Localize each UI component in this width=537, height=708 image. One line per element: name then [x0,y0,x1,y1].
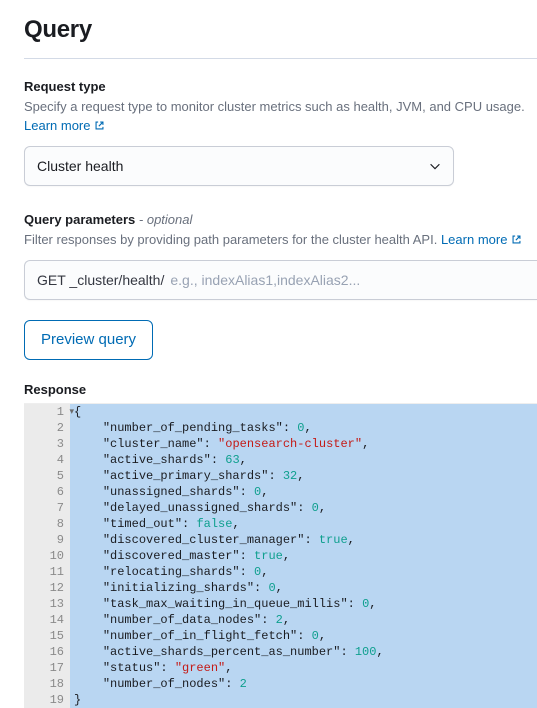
query-params-help: Filter responses by providing path param… [24,231,537,250]
query-params-label: Query parameters - optional [24,212,537,227]
query-params-learn-more-link[interactable]: Learn more [441,232,522,247]
request-type-label: Request type [24,79,537,94]
query-params-optional: - optional [139,212,192,227]
query-params-input[interactable] [170,261,537,299]
query-params-prefix: GET _cluster/health/ [25,261,170,299]
request-type-help-text: Specify a request type to monitor cluste… [24,99,525,114]
query-params-help-text: Filter responses by providing path param… [24,232,437,247]
external-link-icon [94,120,105,131]
code-body[interactable]: { "number_of_pending_tasks": 0, "cluster… [70,404,537,708]
request-type-help: Specify a request type to monitor cluste… [24,98,537,136]
code-gutter: 12345678910111213141516171819 [24,404,70,708]
query-params-label-text: Query parameters [24,212,135,227]
page-title: Query [24,16,537,44]
divider [24,58,537,59]
response-label: Response [24,382,537,397]
learn-more-text: Learn more [441,232,507,247]
response-viewer: 12345678910111213141516171819 { "number_… [24,403,537,708]
request-type-learn-more-link[interactable]: Learn more [24,118,105,133]
request-type-selected-value: Cluster health [37,158,123,174]
learn-more-text: Learn more [24,118,90,133]
preview-query-button[interactable]: Preview query [24,320,153,360]
request-type-select[interactable]: Cluster health [24,146,454,186]
external-link-icon [511,234,522,245]
query-params-input-group: GET _cluster/health/ [24,260,537,300]
